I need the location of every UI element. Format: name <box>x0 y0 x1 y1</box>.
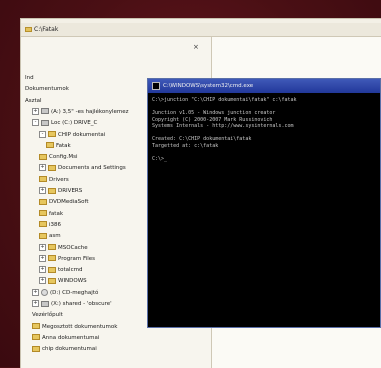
address-text: C:\Fatak <box>34 26 59 33</box>
folder-icon <box>39 232 47 239</box>
folder-icon <box>48 131 56 137</box>
tree-item[interactable]: i386 <box>39 220 61 230</box>
expand-icon[interactable]: + <box>39 277 46 285</box>
cmd-title-bar[interactable]: C:\WINDOWS\system32\cmd.exe <box>148 79 380 93</box>
tree-item-label: Fatak <box>56 142 71 149</box>
tree-item[interactable]: + Program Files <box>39 254 95 264</box>
command-prompt-window[interactable]: C:\WINDOWS\system32\cmd.exe C:\>junction… <box>147 78 381 328</box>
tree-item[interactable]: Anna dokumentumai <box>32 333 99 343</box>
tree-item[interactable]: DVDMediaSoft <box>39 197 89 207</box>
tree-item[interactable]: chip dokumentumai <box>32 344 97 354</box>
tree-item[interactable]: Drivers <box>39 175 69 185</box>
expand-icon[interactable]: + <box>39 266 46 274</box>
console-icon <box>152 81 160 90</box>
tree-item-label: DRIVERS <box>58 188 83 194</box>
tree-item-label: Ind <box>25 75 34 81</box>
folder-icon <box>48 266 56 273</box>
tree-item[interactable]: + (A:) 3,5" -es hajlékonylemez <box>32 107 129 117</box>
tree-item[interactable]: Config.Msi <box>39 152 78 162</box>
tree-item-label: Anna dokumentumai <box>42 334 100 341</box>
expand-icon[interactable]: + <box>39 187 46 194</box>
cd-icon <box>41 288 48 296</box>
tree-item-label: (D:) CD-meghajtó <box>50 289 99 296</box>
cmd-title-text: C:\WINDOWS\system32\cmd.exe <box>163 83 254 89</box>
tree-item-label: Config.Msi <box>49 154 78 161</box>
tree-item-label: Asztal <box>25 97 42 104</box>
expand-icon[interactable]: + <box>32 107 39 115</box>
folder-icon <box>48 277 56 284</box>
folder-icon <box>48 164 56 171</box>
folder-icon <box>39 210 47 217</box>
tree-item-label: DVDMediaSoft <box>49 199 89 206</box>
tree-item[interactable]: + (X:) shared - 'obscure' <box>32 299 112 309</box>
tree-item[interactable]: Megosztott dokumentumok <box>32 322 117 332</box>
tree-item-label: MSOCache <box>58 244 88 251</box>
tree-item[interactable]: Ind <box>25 73 34 83</box>
expand-icon[interactable]: + <box>32 300 39 307</box>
tree-item-label: Megosztott dokumentumok <box>42 323 118 330</box>
tree-item-label: chip dokumentumai <box>42 346 97 353</box>
screenshot-frame: C:\Fatak Ind Dokumentumok Asztal + (A:) 3,5"… <box>0 0 381 368</box>
folder-icon <box>32 334 40 341</box>
folder-icon <box>32 345 40 352</box>
tree-item-label: totalcmd <box>58 267 83 274</box>
folder-icon <box>39 198 47 205</box>
folder-icon <box>32 323 40 330</box>
tree-item-label: Drivers <box>49 176 69 183</box>
tree-item-label: WINDOWS <box>58 278 87 285</box>
drive-icon <box>41 119 49 126</box>
tree-item[interactable]: + Documents and Settings <box>39 163 126 173</box>
tree-item[interactable]: Fatak <box>46 141 71 151</box>
close-icon[interactable]: × <box>193 43 199 51</box>
tree-item-label: asm <box>49 233 61 240</box>
folder-icon <box>39 221 47 228</box>
tree-item[interactable]: + (D:) CD-meghajtó <box>32 288 98 298</box>
drive-icon <box>41 108 49 115</box>
tree-item-label: CHIP dokumentai <box>58 131 106 138</box>
folder-icon <box>39 153 47 160</box>
collapse-icon[interactable]: - <box>32 119 39 127</box>
expand-icon[interactable]: + <box>32 288 39 296</box>
tree-item-label: fatak <box>49 210 64 217</box>
folder-icon <box>46 142 54 149</box>
drive-icon <box>41 300 49 307</box>
tree-item[interactable]: - CHIP dokumentai <box>39 130 105 140</box>
expand-icon[interactable]: + <box>39 164 46 172</box>
tree-item[interactable]: + WINDOWS <box>39 276 87 286</box>
tree-item-label: (X:) shared - 'obscure' <box>51 301 112 307</box>
tree-item-label: Documents and Settings <box>58 165 126 172</box>
cmd-console-output[interactable]: C:\>junction "C:\CHIP dokumentai\fatak" … <box>152 97 378 325</box>
tree-item[interactable]: + MSOCache <box>39 243 88 253</box>
tree-item[interactable]: Dokumentumok <box>25 84 69 94</box>
folder-icon <box>48 255 56 262</box>
tree-item-label: (A:) 3,5" -es hajlékonylemez <box>51 108 129 115</box>
tree-item-label: Dokumentumok <box>25 86 69 93</box>
folder-icon <box>39 176 47 183</box>
folder-icon <box>48 187 56 194</box>
tree-item[interactable]: + DRIVERS <box>39 186 82 196</box>
tree-item[interactable]: fatak <box>39 209 63 219</box>
expand-icon[interactable]: + <box>39 243 46 251</box>
folder-icon <box>25 27 32 32</box>
tree-item-label: Loc (C:) DRIVE_C <box>51 120 98 127</box>
tree-item[interactable]: Vezérlőpult <box>32 310 63 320</box>
expand-icon[interactable]: + <box>39 254 46 262</box>
tree-item-label: i386 <box>49 221 62 228</box>
collapse-icon[interactable]: - <box>39 130 46 138</box>
folder-icon <box>48 244 56 250</box>
tree-item[interactable]: - Loc (C:) DRIVE_C <box>32 118 97 128</box>
tree-item-label: Vezérlőpult <box>32 312 63 319</box>
console-line: C:\>_ <box>152 155 168 162</box>
tree-item[interactable]: asm <box>39 231 61 241</box>
address-bar[interactable]: C:\Fatak <box>21 23 381 37</box>
tree-item-label: Program Files <box>58 255 96 262</box>
tree-item[interactable]: + totalcmd <box>39 265 82 275</box>
tree-item[interactable]: Asztal <box>25 96 42 106</box>
